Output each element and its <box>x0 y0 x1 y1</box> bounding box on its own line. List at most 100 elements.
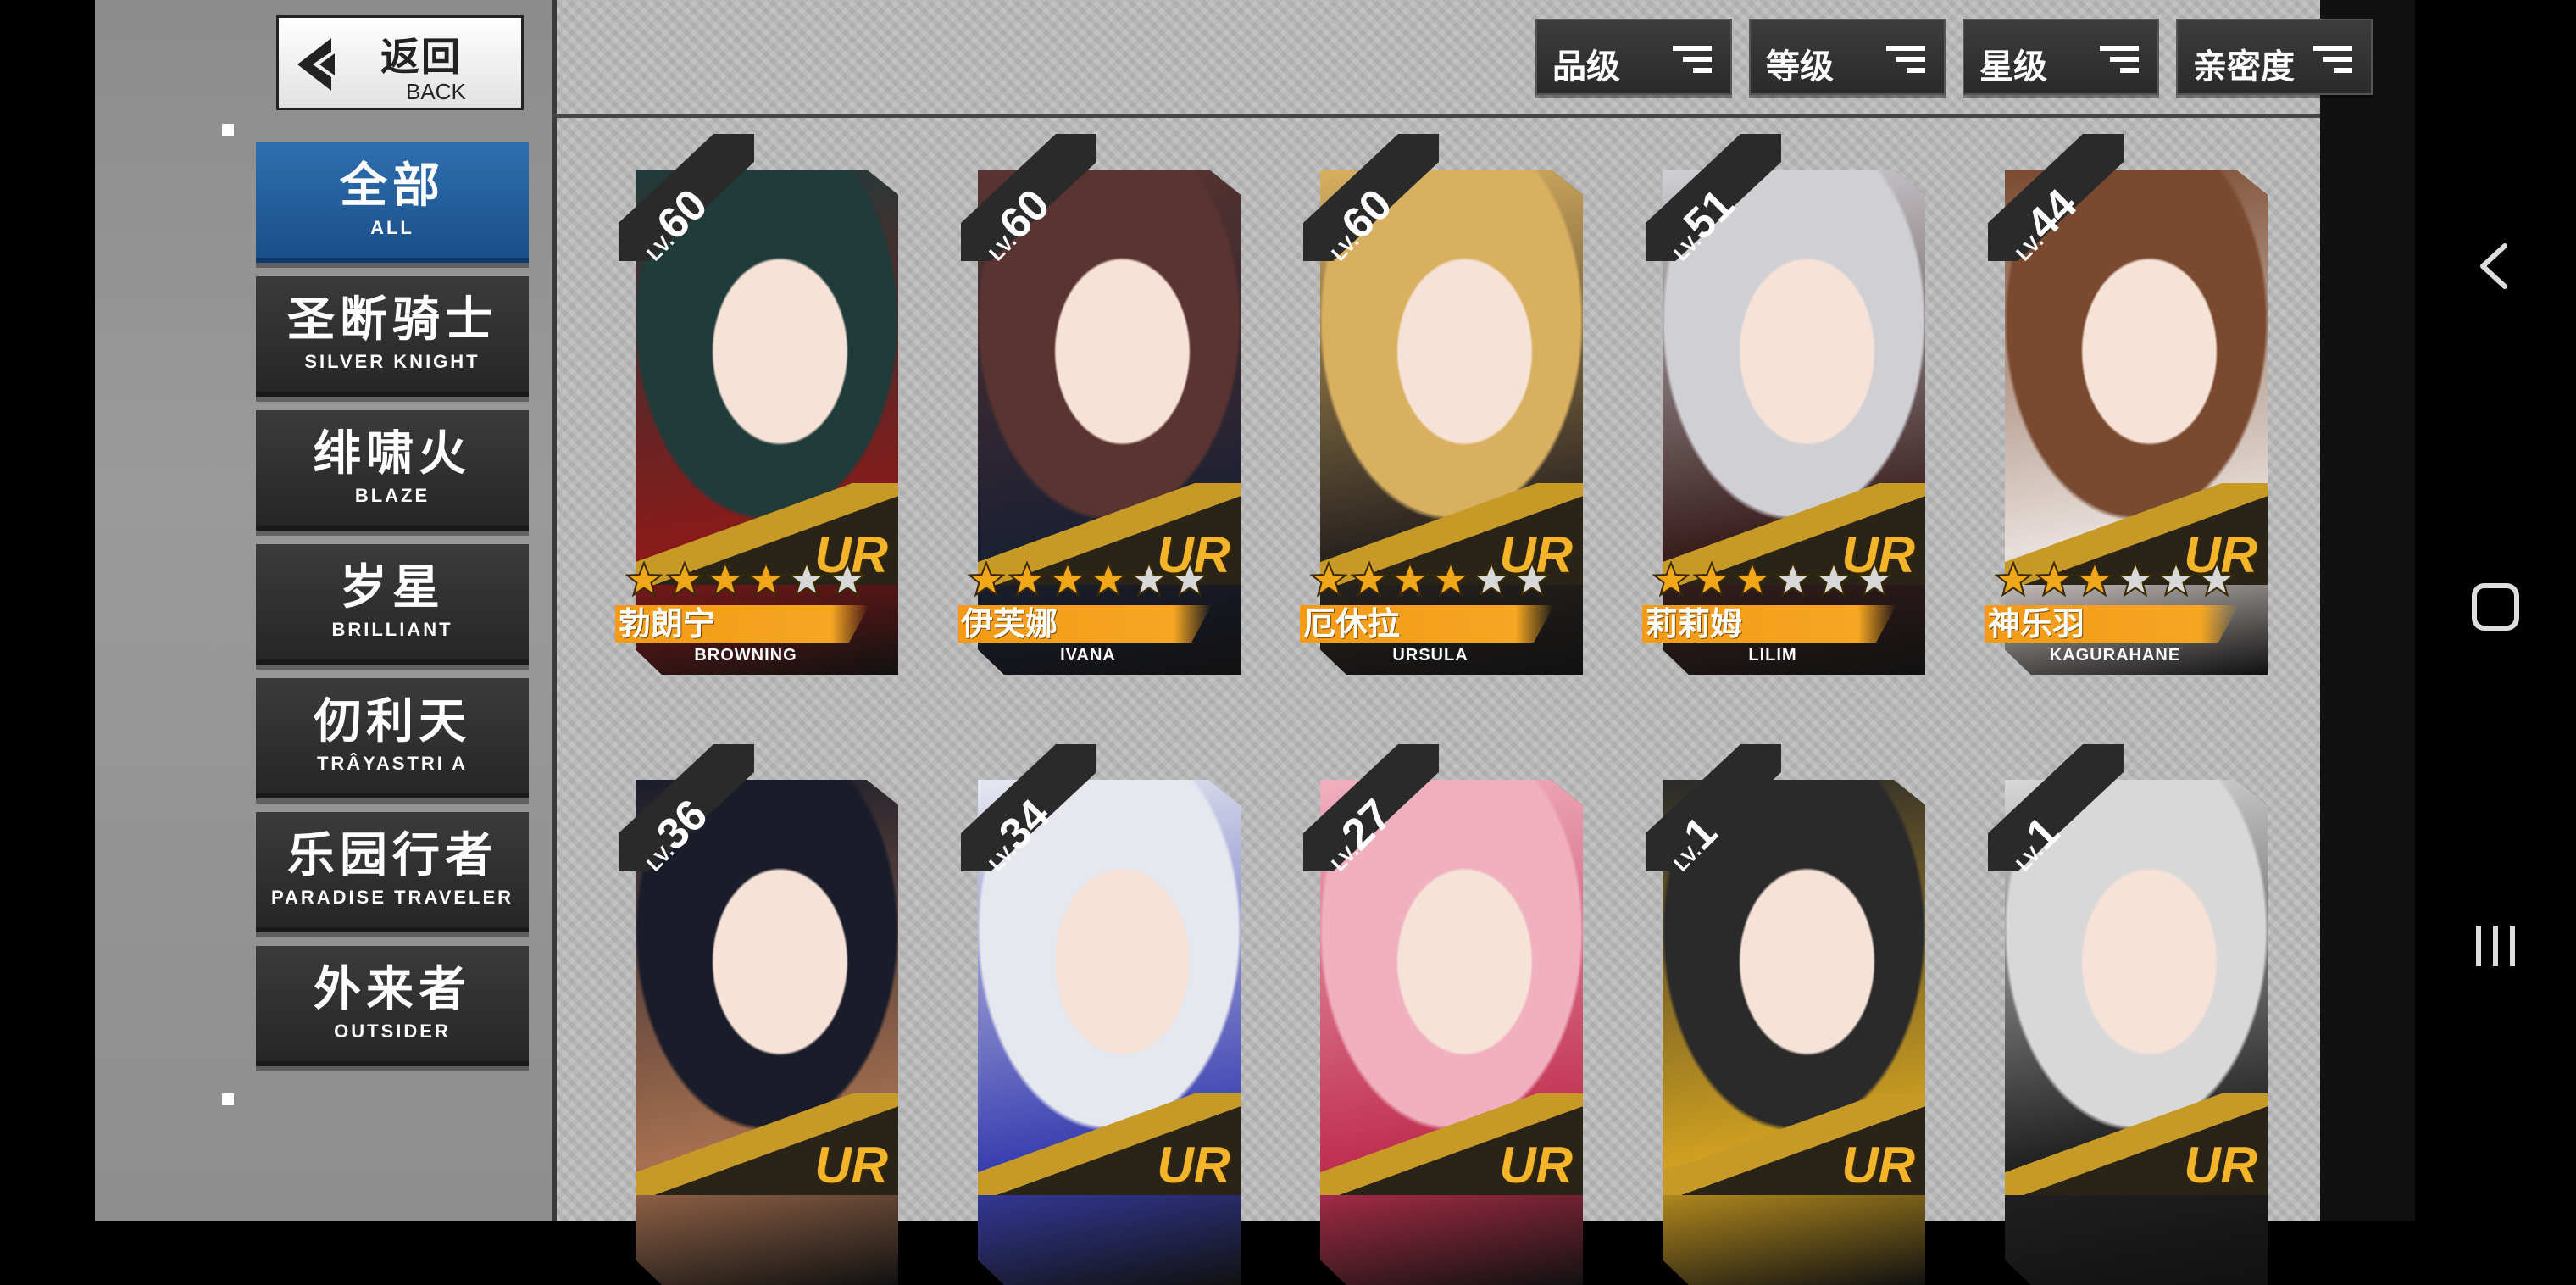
category-brilliant[interactable]: 岁星 BRILLIANT <box>256 544 529 665</box>
rarity-label: UR <box>814 1137 888 1193</box>
star-empty-icon <box>829 561 866 598</box>
back-button[interactable]: 返回 BACK <box>276 15 524 110</box>
rarity-label: UR <box>1499 1137 1573 1193</box>
sort-label: 星级 <box>1979 47 2047 86</box>
star-empty-icon <box>1130 561 1168 598</box>
star-rating <box>1310 561 1551 598</box>
character-card[interactable]: UR 勃朗宁 BROWNING LV.60 <box>615 134 907 676</box>
star-empty-icon <box>1856 561 1893 598</box>
star-filled-icon <box>968 561 1005 598</box>
nav-recents-button[interactable] <box>2415 887 2576 1005</box>
sort-by-stars-button[interactable]: 星级 <box>1963 19 2159 95</box>
star-empty-icon <box>2117 561 2154 598</box>
sort-label: 等级 <box>1766 47 1834 86</box>
character-name-en: URSULA <box>1392 646 1468 665</box>
category-label-en: BLAZE <box>354 485 430 506</box>
character-card[interactable]: UR 莉莉姆 LILIM LV.51 <box>1642 134 1934 676</box>
character-card[interactable]: UR 厄休拉 URSULA LV.60 <box>1300 134 1591 676</box>
star-empty-icon <box>1473 561 1510 598</box>
character-name: 勃朗宁 <box>619 605 716 642</box>
star-filled-icon <box>1008 561 1046 598</box>
back-label-en: BACK <box>406 79 466 104</box>
character-name-en: IVANA <box>1060 646 1116 665</box>
star-filled-icon <box>2076 561 2113 598</box>
sort-icon <box>2100 46 2139 73</box>
category-label-en: OUTSIDER <box>334 1021 451 1042</box>
character-card[interactable]: UR LV.1 <box>1988 744 2276 1285</box>
star-empty-icon <box>2198 561 2235 598</box>
star-empty-icon <box>1513 561 1551 598</box>
star-filled-icon <box>1351 561 1388 598</box>
star-filled-icon <box>1391 561 1429 598</box>
category-label: 乐园行者 <box>287 827 497 883</box>
star-filled-icon <box>1310 561 1347 598</box>
character-name: 神乐羽 <box>1988 605 2085 642</box>
right-edge-strip <box>2320 0 2415 1221</box>
rarity-label: UR <box>1157 1137 1230 1193</box>
star-filled-icon <box>1432 561 1469 598</box>
character-name-en: LILIM <box>1748 646 1797 665</box>
star-filled-icon <box>625 561 663 598</box>
nav-back-button[interactable] <box>2415 207 2576 325</box>
star-empty-icon <box>1171 561 1208 598</box>
category-label-en: SILVER KNIGHT <box>304 351 480 372</box>
home-square-icon <box>2472 583 2519 631</box>
sort-by-rarity-button[interactable]: 品级 <box>1535 19 1732 95</box>
star-filled-icon <box>1049 561 1086 598</box>
category-silver-knight[interactable]: 圣断骑士 SILVER KNIGHT <box>256 276 529 397</box>
character-card[interactable]: UR 神乐羽 KAGURAHANE LV.44 <box>1985 134 2276 676</box>
star-filled-icon <box>1734 561 1771 598</box>
category-paradise-traveler[interactable]: 乐园行者 PARADISE TRAVELER <box>256 812 529 932</box>
frame-corner-mark <box>222 124 234 136</box>
character-name: 伊芙娜 <box>961 605 1058 642</box>
star-rating <box>1652 561 1893 598</box>
category-label-en: BRILLIANT <box>331 619 453 640</box>
star-filled-icon <box>666 561 703 598</box>
star-rating <box>1995 561 2235 598</box>
header-divider <box>552 114 2415 118</box>
sort-by-affection-button[interactable]: 亲密度 <box>2176 19 2373 95</box>
category-label-en: ALL <box>370 217 414 238</box>
character-card[interactable]: UR LV.1 <box>1646 744 1934 1285</box>
back-chevron-icon <box>2480 243 2507 289</box>
star-empty-icon <box>2157 561 2195 598</box>
star-empty-icon <box>1774 561 1812 598</box>
character-card[interactable]: UR LV.36 <box>619 744 907 1285</box>
sort-by-level-button[interactable]: 等级 <box>1749 19 1946 95</box>
category-trayastria[interactable]: 仞利天 TRÂYASTRI A <box>256 678 529 798</box>
star-filled-icon <box>1090 561 1127 598</box>
sort-label: 亲密度 <box>2193 47 2295 86</box>
star-filled-icon <box>707 561 744 598</box>
character-card[interactable]: UR LV.27 <box>1303 744 1591 1285</box>
category-label: 绯啸火 <box>314 426 471 481</box>
app-screen: 返回 BACK 全部 ALL 圣断骑士 SILVER KNIGHT 绯啸火 BL… <box>0 0 2576 1285</box>
category-all[interactable]: 全部 ALL <box>256 142 529 263</box>
character-card[interactable]: UR LV.34 <box>961 744 1249 1285</box>
star-empty-icon <box>788 561 825 598</box>
star-filled-icon <box>1652 561 1690 598</box>
rarity-label: UR <box>1841 1137 1915 1193</box>
sort-icon <box>1673 46 1712 73</box>
category-blaze[interactable]: 绯啸火 BLAZE <box>256 410 529 531</box>
chevron-left-icon <box>297 38 335 91</box>
character-card[interactable]: UR 伊芙娜 IVANA LV.60 <box>958 134 1249 676</box>
star-filled-icon <box>747 561 785 598</box>
category-label-en: TRÂYASTRI A <box>316 753 469 774</box>
sort-icon <box>2313 46 2352 73</box>
category-label: 圣断骑士 <box>287 292 497 348</box>
character-name-en: BROWNING <box>694 646 797 665</box>
character-name-en: KAGURAHANE <box>2049 646 2181 665</box>
character-name: 厄休拉 <box>1303 605 1401 642</box>
system-nav-bar <box>2415 0 2576 1221</box>
sort-label: 品级 <box>1552 47 1620 86</box>
star-rating <box>625 561 866 598</box>
category-label-en: PARADISE TRAVELER <box>270 887 514 908</box>
nav-home-button[interactable] <box>2415 548 2576 666</box>
rarity-label: UR <box>2184 1137 2257 1193</box>
category-outsider[interactable]: 外来者 OUTSIDER <box>256 946 529 1066</box>
back-label: 返回 <box>380 34 462 80</box>
sort-icon <box>1886 46 1925 73</box>
frame-corner-mark <box>222 1093 234 1105</box>
character-name: 莉莉姆 <box>1646 605 1743 642</box>
category-label: 全部 <box>340 158 445 214</box>
